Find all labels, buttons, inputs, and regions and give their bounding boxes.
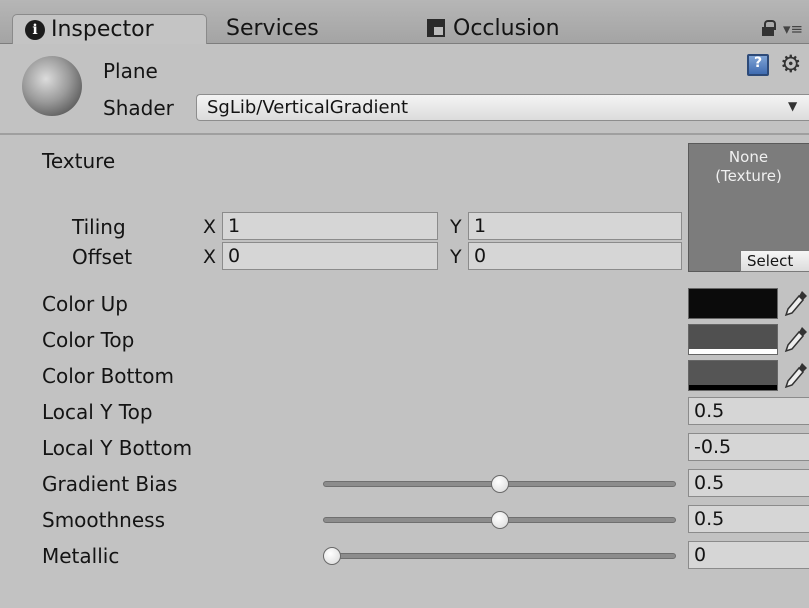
help-book-icon[interactable] bbox=[747, 54, 769, 76]
chevron-down-icon: ▼ bbox=[788, 99, 798, 113]
gradient-bias-slider-thumb[interactable] bbox=[491, 475, 509, 493]
tab-inspector-label: Inspector bbox=[51, 17, 154, 42]
local-y-top-label: Local Y Top bbox=[42, 400, 153, 424]
offset-x-label: X bbox=[203, 246, 217, 268]
gear-icon[interactable]: ⚙ bbox=[780, 50, 802, 78]
gradient-bias-label: Gradient Bias bbox=[42, 472, 178, 496]
local-y-top-field[interactable]: 0.5 bbox=[688, 397, 809, 425]
material-name: Plane bbox=[103, 59, 158, 83]
eyedropper-icon[interactable] bbox=[782, 288, 808, 318]
metallic-label: Metallic bbox=[42, 544, 120, 568]
local-y-bottom-field[interactable]: -0.5 bbox=[688, 433, 809, 461]
material-preview-sphere bbox=[22, 56, 82, 116]
texture-slot-line1: None bbox=[728, 148, 769, 166]
info-icon: i bbox=[25, 20, 45, 40]
metallic-slider-track[interactable] bbox=[323, 553, 676, 559]
color-top-label: Color Top bbox=[42, 328, 135, 352]
texture-select-button[interactable]: Select bbox=[740, 250, 809, 272]
offset-x-field[interactable]: 0 bbox=[222, 242, 438, 270]
offset-y-field[interactable]: 0 bbox=[468, 242, 682, 270]
texture-slot-line2: (Texture) bbox=[715, 167, 782, 185]
eyedropper-icon[interactable] bbox=[782, 324, 808, 354]
tiling-x-label: X bbox=[203, 216, 217, 238]
local-y-bottom-label: Local Y Bottom bbox=[42, 436, 193, 460]
tiling-y-label: Y bbox=[450, 216, 462, 238]
smoothness-slider-thumb[interactable] bbox=[491, 511, 509, 529]
tab-occlusion[interactable]: Occlusion bbox=[427, 14, 560, 44]
smoothness-label: Smoothness bbox=[42, 508, 165, 532]
eyedropper-icon[interactable] bbox=[782, 360, 808, 390]
menu-icon[interactable]: ▾≡ bbox=[783, 20, 803, 38]
offset-label: Offset bbox=[72, 245, 133, 269]
tab-inspector[interactable]: i Inspector bbox=[12, 14, 207, 44]
texture-label: Texture bbox=[42, 149, 116, 173]
color-up-swatch[interactable] bbox=[688, 288, 778, 319]
smoothness-field[interactable]: 0.5 bbox=[688, 505, 809, 533]
tab-services-label: Services bbox=[226, 16, 319, 41]
color-up-label: Color Up bbox=[42, 292, 128, 316]
color-bottom-label: Color Bottom bbox=[42, 364, 174, 388]
color-bottom-swatch[interactable] bbox=[688, 360, 778, 391]
lock-icon[interactable] bbox=[762, 20, 776, 36]
tiling-y-field[interactable]: 1 bbox=[468, 212, 682, 240]
occlusion-icon bbox=[427, 19, 445, 37]
tab-occlusion-label: Occlusion bbox=[453, 16, 560, 41]
metallic-field[interactable]: 0 bbox=[688, 541, 809, 569]
tab-services[interactable]: Services bbox=[226, 14, 319, 44]
header-divider bbox=[0, 133, 809, 135]
gradient-bias-field[interactable]: 0.5 bbox=[688, 469, 809, 497]
shader-label: Shader bbox=[103, 96, 174, 120]
texture-slot-text: None (Texture) bbox=[688, 148, 809, 186]
tiling-x-field[interactable]: 1 bbox=[222, 212, 438, 240]
tiling-label: Tiling bbox=[72, 215, 126, 239]
color-top-swatch[interactable] bbox=[688, 324, 778, 355]
offset-y-label: Y bbox=[450, 246, 462, 268]
metallic-slider-thumb[interactable] bbox=[323, 547, 341, 565]
shader-dropdown[interactable]: SgLib/VerticalGradient bbox=[196, 94, 809, 121]
